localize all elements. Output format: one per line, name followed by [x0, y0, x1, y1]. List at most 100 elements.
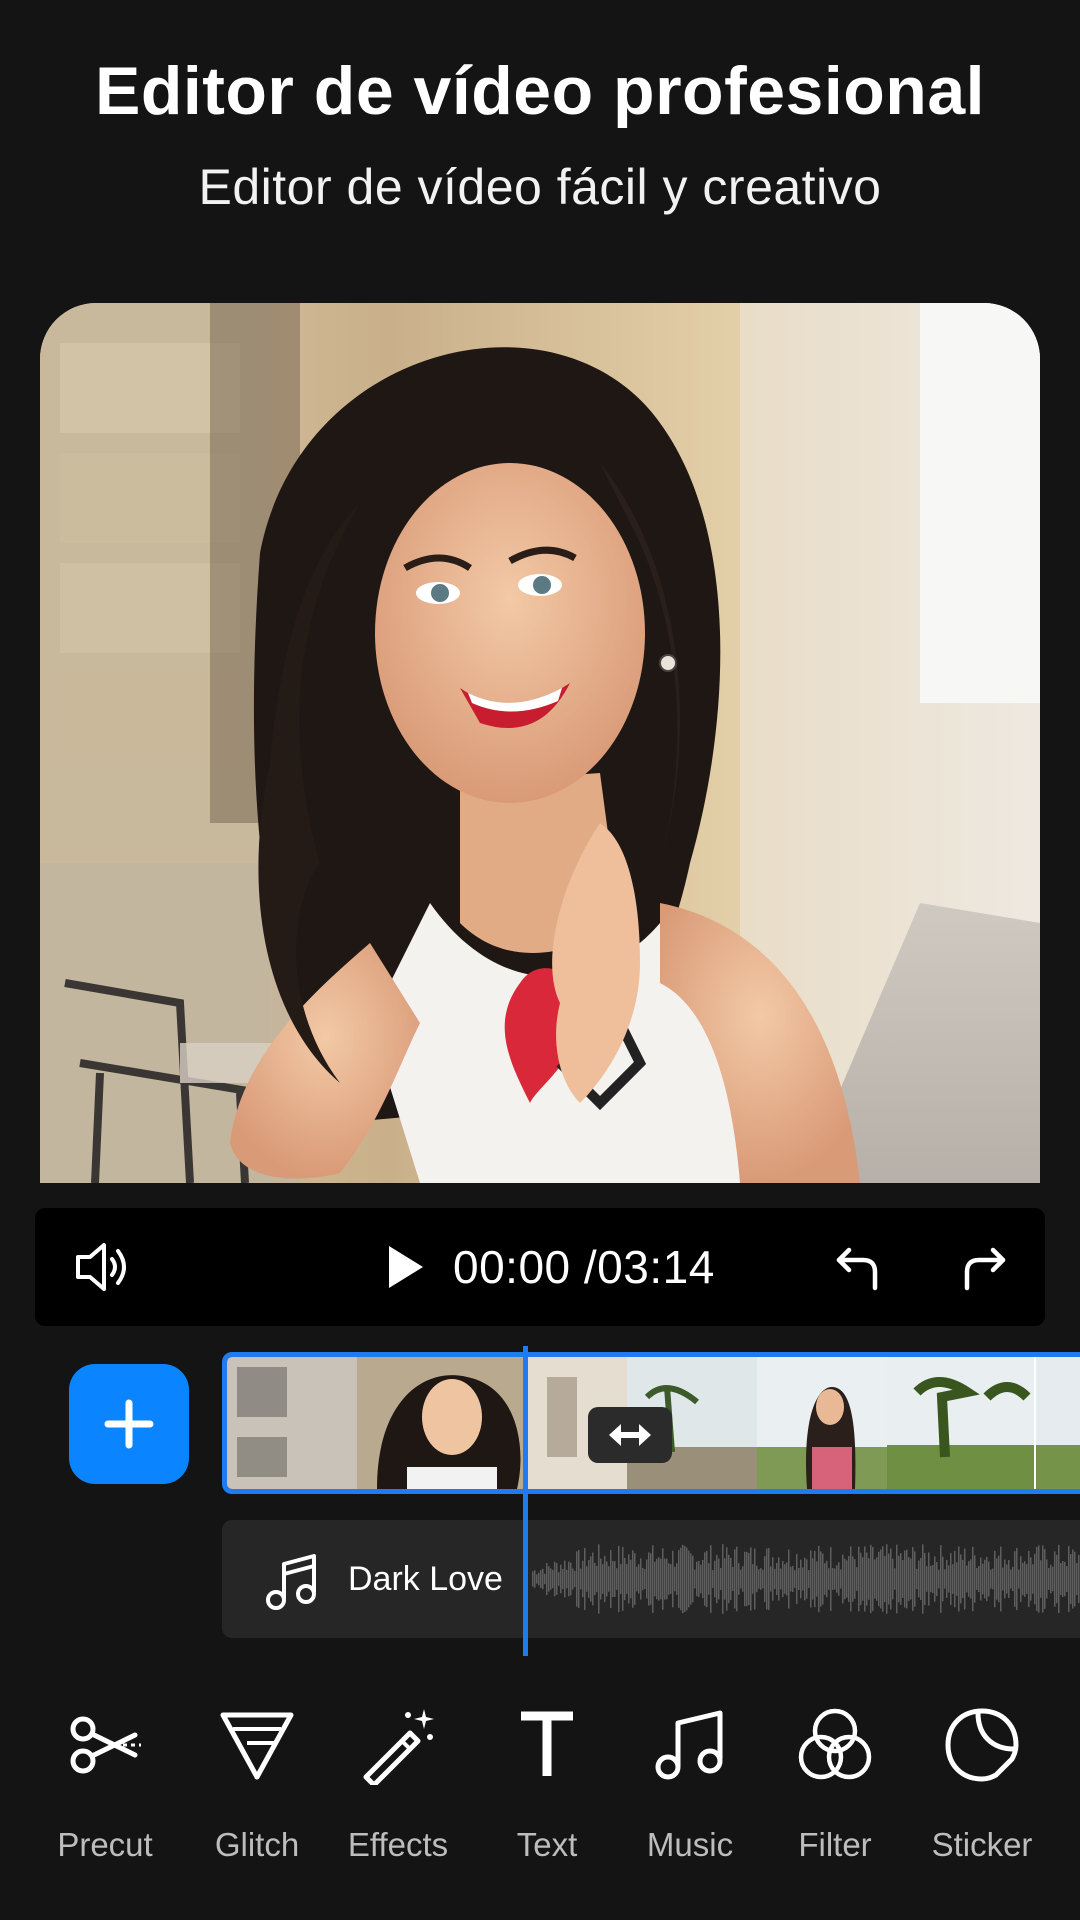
waveform-bar — [534, 1570, 536, 1588]
waveform-bar — [576, 1551, 578, 1607]
waveform-bar — [552, 1569, 554, 1589]
tool-effects[interactable]: Effects — [323, 1700, 473, 1864]
waveform-bar — [974, 1555, 976, 1603]
waveform-bar — [1042, 1545, 1044, 1613]
waveform-bar — [962, 1559, 964, 1599]
waveform-bar — [950, 1552, 952, 1606]
waveform-bar — [668, 1563, 670, 1595]
tool-label: Sticker — [931, 1826, 1033, 1863]
waveform-bar — [710, 1545, 712, 1613]
waveform-bar — [874, 1559, 876, 1599]
waveform-bar — [820, 1551, 822, 1607]
waveform-bar — [876, 1557, 878, 1601]
waveform-bar — [682, 1544, 684, 1614]
volume-icon[interactable] — [65, 1230, 139, 1304]
tool-sticker[interactable]: Sticker — [907, 1700, 1057, 1864]
waveform-bar — [806, 1559, 808, 1599]
play-icon — [389, 1246, 423, 1288]
video-preview[interactable] — [40, 303, 1040, 1183]
waveform-bar — [556, 1563, 558, 1595]
waveform-bar — [548, 1566, 550, 1592]
waveform-bar — [894, 1568, 896, 1590]
waveform-bar — [774, 1568, 776, 1590]
waveform-bar — [1044, 1549, 1046, 1609]
waveform-bar — [724, 1558, 726, 1600]
waveform-bar — [848, 1556, 850, 1602]
waveform-bar — [878, 1551, 880, 1607]
waveform-bar — [926, 1566, 928, 1592]
transition-handle[interactable] — [588, 1407, 672, 1463]
waveform-bar — [664, 1558, 666, 1600]
waveform-bar — [1030, 1557, 1032, 1601]
tool-precut[interactable]: Precut — [30, 1700, 180, 1864]
waveform-bar — [886, 1544, 888, 1614]
waveform-bar — [810, 1550, 812, 1608]
waveform-bar — [588, 1560, 590, 1598]
waveform-bar — [562, 1568, 564, 1590]
waveform-bar — [760, 1568, 762, 1590]
waveform-bar — [536, 1574, 538, 1584]
waveform-bar — [630, 1559, 632, 1599]
redo-button[interactable] — [947, 1232, 1017, 1302]
waveform-bar — [1000, 1546, 1002, 1612]
tool-label: Music — [646, 1826, 734, 1863]
waveform-bar — [708, 1563, 710, 1595]
waveform-bar — [602, 1564, 604, 1594]
waveform-bar — [994, 1550, 996, 1608]
waveform-bar — [608, 1566, 610, 1592]
tool-glitch[interactable]: Glitch — [182, 1700, 332, 1864]
waveform-bar — [856, 1567, 858, 1591]
playhead[interactable] — [523, 1346, 528, 1656]
waveform-bar — [822, 1553, 824, 1605]
waveform-bar — [656, 1558, 658, 1600]
waveform-bar — [986, 1556, 988, 1602]
waveform-bar — [594, 1562, 596, 1596]
play-button[interactable] — [370, 1232, 440, 1302]
waveform-bar — [882, 1546, 884, 1612]
playback-control-bar: 00:00 /03:14 — [35, 1208, 1045, 1326]
waveform-bar — [670, 1564, 672, 1594]
waveform-bar — [764, 1556, 766, 1602]
waveform-bar — [766, 1548, 768, 1610]
waveform-bar — [970, 1559, 972, 1599]
waveform-bar — [1072, 1549, 1074, 1609]
waveform-bar — [680, 1547, 682, 1611]
waveform-bar — [730, 1557, 732, 1601]
waveform-bar — [1074, 1551, 1076, 1607]
magic-wand-icon — [363, 1709, 434, 1785]
waveform-bar — [844, 1558, 846, 1600]
tool-music[interactable]: Music — [615, 1700, 765, 1864]
waveform-bar — [804, 1557, 806, 1601]
waveform-bar — [640, 1558, 642, 1600]
waveform-bar — [1012, 1566, 1014, 1592]
waveform-bar — [578, 1549, 580, 1609]
waveform-bar — [726, 1547, 728, 1611]
tool-text[interactable]: Text — [472, 1700, 622, 1864]
waveform-bar — [778, 1557, 780, 1601]
waveform-bar — [742, 1566, 744, 1592]
waveform-bar — [652, 1545, 654, 1613]
waveform-bar — [842, 1554, 844, 1604]
audio-track[interactable]: Dark Love — [222, 1520, 1080, 1638]
waveform-bar — [906, 1549, 908, 1609]
waveform-bar — [592, 1552, 594, 1606]
waveform-bar — [800, 1559, 802, 1599]
waveform-bar — [964, 1548, 966, 1610]
waveform-bar — [582, 1560, 584, 1598]
waveform-bar — [948, 1565, 950, 1593]
waveform-bar — [1046, 1559, 1048, 1599]
waveform-bar — [1032, 1564, 1034, 1594]
waveform-bar — [932, 1564, 934, 1594]
undo-button[interactable] — [825, 1232, 895, 1302]
waveform-bar — [688, 1550, 690, 1608]
waveform-bar — [1024, 1561, 1026, 1597]
waveform-bar — [1070, 1553, 1072, 1605]
waveform-bar — [740, 1569, 742, 1589]
tool-filter[interactable]: Filter — [760, 1700, 910, 1864]
waveform-bar — [1008, 1560, 1010, 1598]
add-clip-button[interactable] — [69, 1364, 189, 1484]
page-title: Editor de vídeo profesional — [94, 53, 986, 129]
waveform-bar — [984, 1559, 986, 1599]
waveform-bar — [884, 1555, 886, 1603]
waveform-bar — [934, 1556, 936, 1602]
